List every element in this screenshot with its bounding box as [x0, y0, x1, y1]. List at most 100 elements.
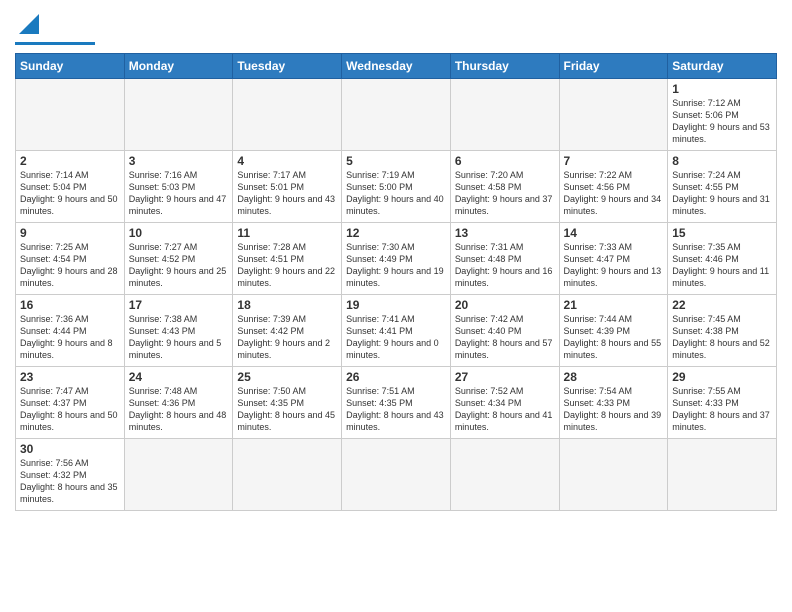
calendar-cell: 20Sunrise: 7:42 AM Sunset: 4:40 PM Dayli…	[450, 295, 559, 367]
day-number: 10	[129, 226, 229, 240]
page: SundayMondayTuesdayWednesdayThursdayFrid…	[0, 0, 792, 612]
day-info: Sunrise: 7:20 AM Sunset: 4:58 PM Dayligh…	[455, 169, 555, 218]
day-number: 8	[672, 154, 772, 168]
day-number: 25	[237, 370, 337, 384]
calendar-cell: 18Sunrise: 7:39 AM Sunset: 4:42 PM Dayli…	[233, 295, 342, 367]
day-info: Sunrise: 7:28 AM Sunset: 4:51 PM Dayligh…	[237, 241, 337, 290]
calendar-cell	[124, 79, 233, 151]
calendar-cell	[450, 79, 559, 151]
calendar-cell: 24Sunrise: 7:48 AM Sunset: 4:36 PM Dayli…	[124, 367, 233, 439]
calendar-cell	[342, 439, 451, 511]
weekday-wednesday: Wednesday	[342, 54, 451, 79]
week-row-2: 2Sunrise: 7:14 AM Sunset: 5:04 PM Daylig…	[16, 151, 777, 223]
day-number: 11	[237, 226, 337, 240]
day-number: 17	[129, 298, 229, 312]
calendar-cell	[233, 79, 342, 151]
calendar-cell: 30Sunrise: 7:56 AM Sunset: 4:32 PM Dayli…	[16, 439, 125, 511]
weekday-sunday: Sunday	[16, 54, 125, 79]
calendar-cell: 29Sunrise: 7:55 AM Sunset: 4:33 PM Dayli…	[668, 367, 777, 439]
day-number: 9	[20, 226, 120, 240]
calendar-cell: 19Sunrise: 7:41 AM Sunset: 4:41 PM Dayli…	[342, 295, 451, 367]
calendar: SundayMondayTuesdayWednesdayThursdayFrid…	[15, 53, 777, 511]
calendar-cell: 8Sunrise: 7:24 AM Sunset: 4:55 PM Daylig…	[668, 151, 777, 223]
day-number: 29	[672, 370, 772, 384]
day-number: 14	[564, 226, 664, 240]
weekday-saturday: Saturday	[668, 54, 777, 79]
calendar-cell: 27Sunrise: 7:52 AM Sunset: 4:34 PM Dayli…	[450, 367, 559, 439]
calendar-cell: 7Sunrise: 7:22 AM Sunset: 4:56 PM Daylig…	[559, 151, 668, 223]
calendar-cell: 1Sunrise: 7:12 AM Sunset: 5:06 PM Daylig…	[668, 79, 777, 151]
day-info: Sunrise: 7:19 AM Sunset: 5:00 PM Dayligh…	[346, 169, 446, 218]
week-row-5: 23Sunrise: 7:47 AM Sunset: 4:37 PM Dayli…	[16, 367, 777, 439]
day-number: 7	[564, 154, 664, 168]
calendar-cell: 25Sunrise: 7:50 AM Sunset: 4:35 PM Dayli…	[233, 367, 342, 439]
day-info: Sunrise: 7:39 AM Sunset: 4:42 PM Dayligh…	[237, 313, 337, 362]
calendar-cell	[559, 79, 668, 151]
calendar-cell	[559, 439, 668, 511]
calendar-cell: 15Sunrise: 7:35 AM Sunset: 4:46 PM Dayli…	[668, 223, 777, 295]
weekday-tuesday: Tuesday	[233, 54, 342, 79]
day-info: Sunrise: 7:25 AM Sunset: 4:54 PM Dayligh…	[20, 241, 120, 290]
logo	[15, 10, 95, 45]
calendar-cell	[668, 439, 777, 511]
calendar-cell: 23Sunrise: 7:47 AM Sunset: 4:37 PM Dayli…	[16, 367, 125, 439]
calendar-cell: 2Sunrise: 7:14 AM Sunset: 5:04 PM Daylig…	[16, 151, 125, 223]
day-info: Sunrise: 7:45 AM Sunset: 4:38 PM Dayligh…	[672, 313, 772, 362]
day-number: 30	[20, 442, 120, 456]
calendar-cell: 26Sunrise: 7:51 AM Sunset: 4:35 PM Dayli…	[342, 367, 451, 439]
day-number: 18	[237, 298, 337, 312]
weekday-monday: Monday	[124, 54, 233, 79]
calendar-cell: 6Sunrise: 7:20 AM Sunset: 4:58 PM Daylig…	[450, 151, 559, 223]
day-info: Sunrise: 7:47 AM Sunset: 4:37 PM Dayligh…	[20, 385, 120, 434]
day-number: 5	[346, 154, 446, 168]
day-info: Sunrise: 7:24 AM Sunset: 4:55 PM Dayligh…	[672, 169, 772, 218]
day-info: Sunrise: 7:31 AM Sunset: 4:48 PM Dayligh…	[455, 241, 555, 290]
logo-icon	[19, 14, 39, 34]
day-info: Sunrise: 7:30 AM Sunset: 4:49 PM Dayligh…	[346, 241, 446, 290]
calendar-cell: 13Sunrise: 7:31 AM Sunset: 4:48 PM Dayli…	[450, 223, 559, 295]
calendar-cell: 10Sunrise: 7:27 AM Sunset: 4:52 PM Dayli…	[124, 223, 233, 295]
week-row-6: 30Sunrise: 7:56 AM Sunset: 4:32 PM Dayli…	[16, 439, 777, 511]
calendar-cell: 9Sunrise: 7:25 AM Sunset: 4:54 PM Daylig…	[16, 223, 125, 295]
day-number: 26	[346, 370, 446, 384]
day-number: 28	[564, 370, 664, 384]
calendar-cell	[233, 439, 342, 511]
day-info: Sunrise: 7:51 AM Sunset: 4:35 PM Dayligh…	[346, 385, 446, 434]
day-info: Sunrise: 7:27 AM Sunset: 4:52 PM Dayligh…	[129, 241, 229, 290]
calendar-cell: 5Sunrise: 7:19 AM Sunset: 5:00 PM Daylig…	[342, 151, 451, 223]
day-number: 3	[129, 154, 229, 168]
day-info: Sunrise: 7:41 AM Sunset: 4:41 PM Dayligh…	[346, 313, 446, 362]
day-number: 23	[20, 370, 120, 384]
day-number: 21	[564, 298, 664, 312]
day-number: 19	[346, 298, 446, 312]
day-info: Sunrise: 7:36 AM Sunset: 4:44 PM Dayligh…	[20, 313, 120, 362]
weekday-friday: Friday	[559, 54, 668, 79]
weekday-header-row: SundayMondayTuesdayWednesdayThursdayFrid…	[16, 54, 777, 79]
day-number: 20	[455, 298, 555, 312]
calendar-cell: 28Sunrise: 7:54 AM Sunset: 4:33 PM Dayli…	[559, 367, 668, 439]
day-number: 2	[20, 154, 120, 168]
day-info: Sunrise: 7:16 AM Sunset: 5:03 PM Dayligh…	[129, 169, 229, 218]
day-info: Sunrise: 7:52 AM Sunset: 4:34 PM Dayligh…	[455, 385, 555, 434]
day-info: Sunrise: 7:17 AM Sunset: 5:01 PM Dayligh…	[237, 169, 337, 218]
calendar-cell: 12Sunrise: 7:30 AM Sunset: 4:49 PM Dayli…	[342, 223, 451, 295]
day-info: Sunrise: 7:22 AM Sunset: 4:56 PM Dayligh…	[564, 169, 664, 218]
day-info: Sunrise: 7:33 AM Sunset: 4:47 PM Dayligh…	[564, 241, 664, 290]
calendar-cell: 11Sunrise: 7:28 AM Sunset: 4:51 PM Dayli…	[233, 223, 342, 295]
calendar-cell: 16Sunrise: 7:36 AM Sunset: 4:44 PM Dayli…	[16, 295, 125, 367]
day-number: 4	[237, 154, 337, 168]
week-row-1: 1Sunrise: 7:12 AM Sunset: 5:06 PM Daylig…	[16, 79, 777, 151]
day-info: Sunrise: 7:50 AM Sunset: 4:35 PM Dayligh…	[237, 385, 337, 434]
day-info: Sunrise: 7:38 AM Sunset: 4:43 PM Dayligh…	[129, 313, 229, 362]
day-info: Sunrise: 7:42 AM Sunset: 4:40 PM Dayligh…	[455, 313, 555, 362]
day-info: Sunrise: 7:56 AM Sunset: 4:32 PM Dayligh…	[20, 457, 120, 506]
weekday-thursday: Thursday	[450, 54, 559, 79]
day-info: Sunrise: 7:35 AM Sunset: 4:46 PM Dayligh…	[672, 241, 772, 290]
calendar-cell: 14Sunrise: 7:33 AM Sunset: 4:47 PM Dayli…	[559, 223, 668, 295]
day-number: 13	[455, 226, 555, 240]
logo-underline	[15, 42, 95, 45]
calendar-cell	[16, 79, 125, 151]
calendar-cell: 17Sunrise: 7:38 AM Sunset: 4:43 PM Dayli…	[124, 295, 233, 367]
day-info: Sunrise: 7:44 AM Sunset: 4:39 PM Dayligh…	[564, 313, 664, 362]
day-number: 22	[672, 298, 772, 312]
